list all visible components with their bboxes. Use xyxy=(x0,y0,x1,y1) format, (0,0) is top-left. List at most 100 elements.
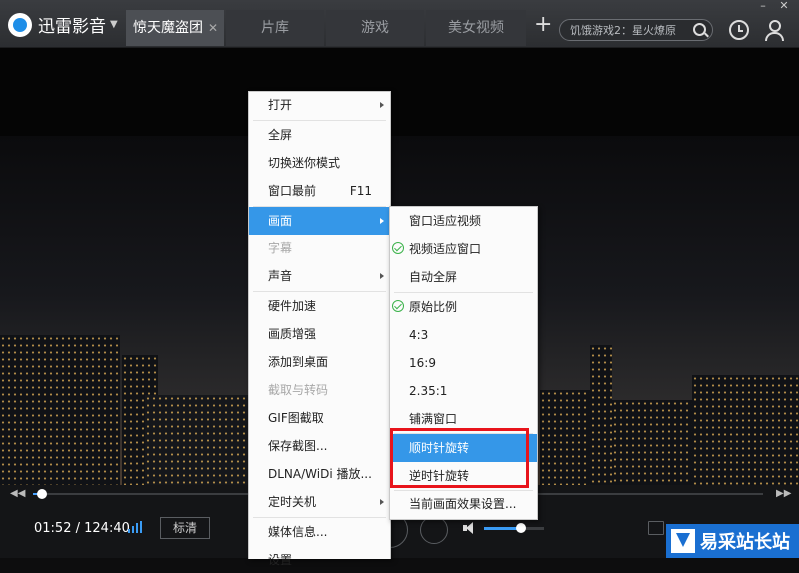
volume-icon[interactable] xyxy=(463,522,475,534)
menu-item-add-to-desktop[interactable]: 添加到桌面 xyxy=(249,349,390,375)
tab-label: 美女视频 xyxy=(448,20,504,36)
menu-item-gif-capture[interactable]: GIF图截取 xyxy=(249,405,390,431)
menu-item-label: 铺满窗口 xyxy=(409,412,458,426)
fast-forward-icon[interactable]: ▶▶ xyxy=(776,488,791,499)
time-separator: / xyxy=(71,521,85,536)
submenu-item-rotate-clockwise[interactable]: 顺时针旋转 xyxy=(390,434,537,462)
volume-handle[interactable] xyxy=(516,523,526,533)
submenu-item-fill-window[interactable]: 铺满窗口 xyxy=(390,406,537,432)
close-tab-icon[interactable]: ✕ xyxy=(208,10,218,46)
checkmark-icon xyxy=(392,300,404,312)
menu-item-dlna[interactable]: DLNA/WiDi 播放... xyxy=(249,461,390,487)
menu-divider xyxy=(394,292,533,293)
menu-item-label: 全屏 xyxy=(268,128,293,142)
menu-item-label: 硬件加速 xyxy=(268,299,317,313)
history-clock-icon[interactable] xyxy=(729,20,749,40)
menu-item-fullscreen[interactable]: 全屏 xyxy=(249,122,390,148)
menu-item-label: 顺时针旋转 xyxy=(409,441,470,455)
menu-item-label: 设置 xyxy=(268,553,293,567)
menu-divider xyxy=(253,517,386,518)
menu-item-label: 16:9 xyxy=(409,356,436,370)
rewind-icon[interactable]: ◀◀ xyxy=(10,488,25,499)
submenu-item-original-ratio[interactable]: 原始比例 xyxy=(390,294,537,320)
menu-item-label: 自动全屏 xyxy=(409,270,458,284)
menu-item-subtitles[interactable]: 字幕 xyxy=(249,235,390,261)
time-total: 124:40 xyxy=(84,521,130,536)
menu-item-quality-enhance[interactable]: 画质增强 xyxy=(249,321,390,347)
menu-item-label: 定时关机 xyxy=(268,495,317,509)
chevron-down-icon: ▼ xyxy=(110,19,118,30)
menu-item-label: 媒体信息... xyxy=(268,525,328,539)
search-icon[interactable] xyxy=(693,23,706,36)
menu-item-label: 画面 xyxy=(268,214,293,228)
menu-item-label: 逆时针旋转 xyxy=(409,469,470,483)
menu-item-label: 声音 xyxy=(268,269,293,283)
time-current: 01:52 xyxy=(34,521,72,536)
app-menu-button[interactable]: 迅雷影音 ▼ xyxy=(8,12,118,37)
menu-item-label: 4:3 xyxy=(409,328,429,342)
search-input[interactable]: 饥饿游戏2：星火燎原 xyxy=(559,19,713,41)
menu-item-label: 字幕 xyxy=(268,241,293,255)
close-window-icon[interactable]: ✕ xyxy=(775,0,793,12)
tab-label: 游戏 xyxy=(361,20,389,36)
tab-label: 片库 xyxy=(261,20,289,36)
minimize-icon[interactable]: – xyxy=(754,0,772,12)
menu-item-hw-accel[interactable]: 硬件加速 xyxy=(249,293,390,319)
chevron-right-icon xyxy=(380,102,384,108)
submenu-item-4-3[interactable]: 4:3 xyxy=(390,322,537,348)
chevron-right-icon xyxy=(380,218,384,224)
submenu-item-rotate-counterclockwise[interactable]: 逆时针旋转 xyxy=(390,463,537,489)
menu-item-mini-mode[interactable]: 切换迷你模式 xyxy=(249,150,390,176)
submenu-item-effect-settings[interactable]: 当前画面效果设置... xyxy=(390,491,537,517)
submenu-item-2-35-1[interactable]: 2.35:1 xyxy=(390,378,537,404)
app-logo-icon xyxy=(8,12,32,37)
menu-item-label: 截取与转码 xyxy=(268,383,329,397)
seek-handle[interactable] xyxy=(37,489,47,499)
picture-submenu: 窗口适应视频 视频适应窗口 自动全屏 原始比例 4:3 16:9 2.35:1 … xyxy=(389,206,538,520)
tab-now-playing[interactable]: 惊天魔盗团 ✕ xyxy=(126,10,224,46)
menu-item-label: 原始比例 xyxy=(409,300,458,314)
tab-videos[interactable]: 美女视频 xyxy=(426,10,526,46)
chevron-right-icon xyxy=(380,273,384,279)
mini-mode-icon[interactable] xyxy=(648,521,664,535)
menu-item-label: 2.35:1 xyxy=(409,384,448,398)
tab-games[interactable]: 游戏 xyxy=(326,10,424,46)
title-bar: 迅雷影音 ▼ 惊天魔盗团 ✕ 片库 游戏 美女视频 + 饥饿游戏2：星火燎原 –… xyxy=(0,0,799,48)
submenu-item-16-9[interactable]: 16:9 xyxy=(390,350,537,376)
menu-item-label: 保存截图... xyxy=(268,439,328,453)
submenu-item-video-fit-window[interactable]: 视频适应窗口 xyxy=(390,236,537,262)
menu-item-label: 窗口最前 xyxy=(268,184,317,198)
menu-item-label: GIF图截取 xyxy=(268,411,324,425)
menu-item-shortcut: F11 xyxy=(349,184,372,198)
menu-item-capture-transcode[interactable]: 截取与转码 xyxy=(249,377,390,403)
quality-button[interactable]: 标清 xyxy=(160,517,210,539)
submenu-item-auto-fullscreen[interactable]: 自动全屏 xyxy=(390,264,537,290)
menu-item-label: 添加到桌面 xyxy=(268,355,329,369)
time-readout: 01:52 / 124:40 xyxy=(34,521,130,536)
menu-item-label: DLNA/WiDi 播放... xyxy=(268,467,372,481)
user-icon[interactable] xyxy=(764,20,784,41)
submenu-item-window-fit-video[interactable]: 窗口适应视频 xyxy=(390,208,537,234)
tab-library[interactable]: 片库 xyxy=(226,10,324,46)
menu-item-audio[interactable]: 声音 xyxy=(249,263,390,289)
menu-item-label: 视频适应窗口 xyxy=(409,242,482,256)
menu-divider xyxy=(253,291,386,292)
menu-item-timed-shutdown[interactable]: 定时关机 xyxy=(249,489,390,515)
menu-item-label: 打开 xyxy=(268,98,293,112)
watermark-text: 易采站长站 xyxy=(700,532,790,553)
signal-bars-icon xyxy=(128,521,144,533)
chevron-right-icon xyxy=(380,499,384,505)
menu-item-settings[interactable]: 设置 xyxy=(249,547,390,573)
app-name: 迅雷影音 xyxy=(38,17,106,37)
checkmark-icon xyxy=(392,242,404,254)
menu-item-media-info[interactable]: 媒体信息... xyxy=(249,519,390,545)
menu-item-open[interactable]: 打开 xyxy=(249,92,390,118)
menu-item-label: 切换迷你模式 xyxy=(268,156,341,170)
menu-item-always-on-top[interactable]: 窗口最前 F11 xyxy=(249,178,390,204)
menu-item-picture[interactable]: 画面 xyxy=(249,207,390,235)
search-placeholder: 饥饿游戏2：星火燎原 xyxy=(570,24,676,37)
menu-item-save-screenshot[interactable]: 保存截图... xyxy=(249,433,390,459)
next-button[interactable] xyxy=(420,516,448,544)
context-menu: 打开 全屏 切换迷你模式 窗口最前 F11 画面 字幕 声音 硬件加速 画质增强 … xyxy=(248,91,391,567)
add-tab-icon[interactable]: + xyxy=(534,14,552,36)
